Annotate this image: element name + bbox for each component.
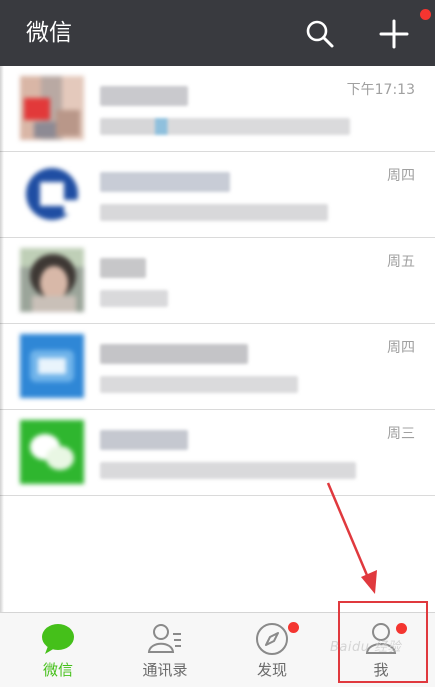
chat-time: 周三 [387,426,415,442]
tab-chats[interactable]: 微信 [4,613,112,687]
chat-row[interactable]: 下午17:13 [0,66,435,152]
chat-name-blurred [100,86,188,106]
notification-dot [420,9,431,20]
chat-time: 周四 [387,168,415,184]
chat-message-blurred [100,376,298,393]
chat-name-blurred [100,344,248,364]
title-bar: 微信 [0,0,435,66]
tab-label: 通讯录 [142,661,188,679]
chat-bubble-icon [42,624,74,654]
tab-label: 发现 [256,661,287,679]
chat-row[interactable]: 周四 [0,324,435,410]
tab-contacts[interactable]: 通讯录 [111,613,219,687]
chat-message-blurred [100,290,168,307]
watermark: Baidu 经验 [330,640,402,655]
app-title: 微信 [26,20,72,46]
tab-label: 微信 [42,661,73,679]
chat-message-blurred [100,118,350,135]
chat-message-blurred [100,462,356,479]
tab-discover[interactable]: 发现 [218,613,326,687]
chat-time: 下午17:13 [346,82,415,98]
chat-message-blurred [100,204,328,221]
chat-name-blurred [100,172,230,192]
avatar [20,420,84,484]
chat-row[interactable]: 周五 [0,238,435,324]
chat-row[interactable]: 周三 [0,410,435,496]
chat-row[interactable]: 周四 [0,152,435,238]
chat-list: 下午17:13 周四 周五 周四 周三 [0,66,435,496]
contacts-icon [147,624,181,653]
discover-badge [288,622,299,633]
chat-name-blurred [100,430,188,450]
avatar [20,162,84,226]
avatar [20,76,84,140]
chat-name-blurred [100,258,146,278]
plus-icon[interactable] [378,18,410,50]
avatar [20,248,84,312]
avatar [20,334,84,398]
search-icon[interactable] [304,18,336,50]
chat-time: 周五 [387,254,415,270]
edge-shadow [0,66,4,626]
compass-icon [256,623,288,655]
chat-time: 周四 [387,340,415,356]
